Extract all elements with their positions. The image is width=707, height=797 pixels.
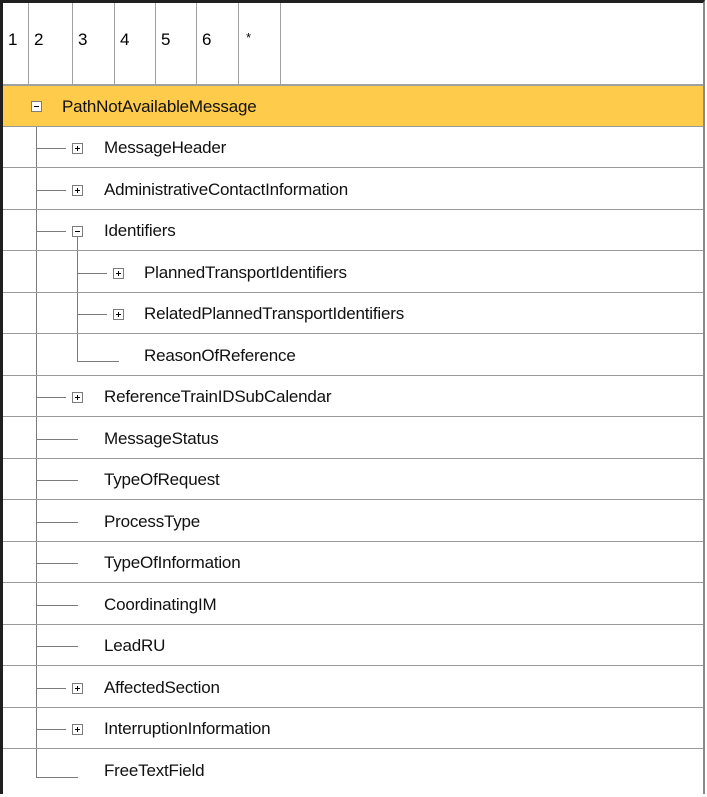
tree-row-related-planned-transport-identifiers[interactable]: RelatedPlannedTransportIdentifiers bbox=[3, 293, 703, 334]
tree-connector bbox=[36, 480, 78, 481]
expand-toggle-icon[interactable] bbox=[72, 724, 83, 735]
expand-toggle-icon[interactable] bbox=[113, 268, 124, 279]
tree-connector bbox=[36, 231, 66, 232]
tree-row-label: PlannedTransportIdentifiers bbox=[144, 263, 347, 282]
tree-row-identifiers[interactable]: Identifiers bbox=[3, 210, 703, 251]
tree-row-label: PathNotAvailableMessage bbox=[62, 97, 257, 116]
tree-connector bbox=[77, 361, 119, 362]
tree-connector bbox=[77, 273, 107, 274]
tree-row-label: RelatedPlannedTransportIdentifiers bbox=[144, 304, 405, 323]
tree-connector bbox=[36, 605, 78, 606]
expand-toggle-icon[interactable] bbox=[72, 143, 83, 154]
tree-grid-window: 1 2 3 4 5 6 * PathNotAvailableMessage Me… bbox=[0, 0, 705, 794]
tree-row-label: ProcessType bbox=[104, 512, 201, 531]
level-button-4[interactable]: 4 bbox=[115, 3, 156, 84]
tree-row-type-of-request[interactable]: TypeOfRequest bbox=[3, 459, 703, 500]
tree-row-type-of-information[interactable]: TypeOfInformation bbox=[3, 542, 703, 583]
level-button-2[interactable]: 2 bbox=[29, 3, 73, 84]
tree-row-process-type[interactable]: ProcessType bbox=[3, 501, 703, 542]
collapse-toggle-icon[interactable] bbox=[31, 101, 42, 112]
tree-connector bbox=[36, 522, 78, 523]
tree-row-label: FreeTextField bbox=[104, 761, 205, 780]
tree-row-coordinating-im[interactable]: CoordinatingIM bbox=[3, 584, 703, 625]
level-button-all[interactable]: * bbox=[239, 3, 281, 84]
tree-view: PathNotAvailableMessage MessageHeader Ad… bbox=[3, 86, 703, 797]
level-label: 1 bbox=[8, 30, 18, 49]
tree-row-administrative-contact-information[interactable]: AdministrativeContactInformation bbox=[3, 169, 703, 210]
tree-row-affected-section[interactable]: AffectedSection bbox=[3, 667, 703, 708]
tree-row-message-status[interactable]: MessageStatus bbox=[3, 418, 703, 459]
tree-connector bbox=[36, 729, 66, 730]
tree-row-free-text-field[interactable]: FreeTextField bbox=[3, 750, 703, 791]
tree-row-path-not-available-message[interactable]: PathNotAvailableMessage bbox=[3, 86, 703, 127]
tree-connector bbox=[36, 777, 78, 778]
level-label: 4 bbox=[120, 30, 130, 49]
tree-connector bbox=[36, 439, 78, 440]
level-label: 6 bbox=[202, 30, 212, 49]
tree-row-label: InterruptionInformation bbox=[104, 719, 271, 738]
level-button-5[interactable]: 5 bbox=[156, 3, 197, 84]
tree-row-label: ReferenceTrainIDSubCalendar bbox=[104, 387, 332, 406]
tree-row-planned-transport-identifiers[interactable]: PlannedTransportIdentifiers bbox=[3, 252, 703, 293]
expand-toggle-icon[interactable] bbox=[72, 683, 83, 694]
tree-row-label: ReasonOfReference bbox=[144, 346, 296, 365]
tree-row-label: Identifiers bbox=[104, 221, 176, 240]
tree-connector bbox=[77, 314, 107, 315]
tree-row-label: CoordinatingIM bbox=[104, 595, 217, 614]
tree-row-interruption-information[interactable]: InterruptionInformation bbox=[3, 708, 703, 749]
tree-row-message-header[interactable]: MessageHeader bbox=[3, 127, 703, 168]
expand-toggle-icon[interactable] bbox=[72, 392, 83, 403]
expand-toggle-icon[interactable] bbox=[113, 309, 124, 320]
tree-connector bbox=[36, 397, 66, 398]
tree-row-label: LeadRU bbox=[104, 636, 166, 655]
tree-row-label: TypeOfInformation bbox=[104, 553, 241, 572]
level-button-1[interactable]: 1 bbox=[3, 3, 29, 84]
tree-row-label: AffectedSection bbox=[104, 678, 220, 697]
tree-row-label: MessageStatus bbox=[104, 429, 219, 448]
tree-connector bbox=[36, 646, 78, 647]
level-label: 3 bbox=[78, 30, 88, 49]
level-button-3[interactable]: 3 bbox=[73, 3, 115, 84]
tree-row-reason-of-reference[interactable]: ReasonOfReference bbox=[3, 335, 703, 376]
level-button-6[interactable]: 6 bbox=[197, 3, 239, 84]
level-label: 2 bbox=[34, 30, 44, 49]
collapse-toggle-icon[interactable] bbox=[72, 226, 83, 237]
outline-level-header: 1 2 3 4 5 6 * bbox=[3, 3, 703, 86]
tree-row-label: AdministrativeContactInformation bbox=[104, 180, 348, 199]
tree-row-label: MessageHeader bbox=[104, 138, 227, 157]
tree-connector bbox=[36, 148, 66, 149]
tree-row-label: TypeOfRequest bbox=[104, 470, 220, 489]
level-label: 5 bbox=[161, 30, 171, 49]
expand-toggle-icon[interactable] bbox=[72, 185, 83, 196]
tree-connector bbox=[36, 190, 66, 191]
tree-connector bbox=[36, 563, 78, 564]
tree-connector bbox=[36, 688, 66, 689]
tree-row-reference-train-id-sub-calendar[interactable]: ReferenceTrainIDSubCalendar bbox=[3, 376, 703, 417]
tree-row-lead-ru[interactable]: LeadRU bbox=[3, 625, 703, 666]
level-label: * bbox=[246, 30, 252, 45]
